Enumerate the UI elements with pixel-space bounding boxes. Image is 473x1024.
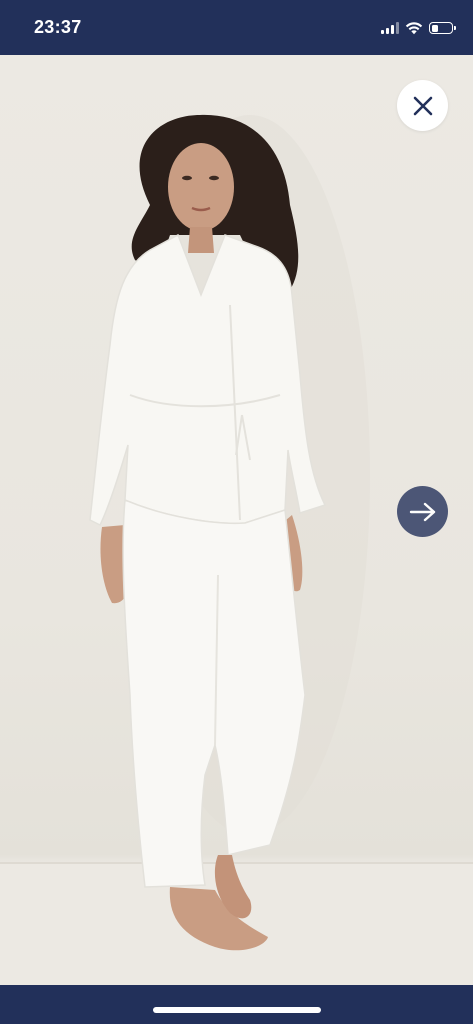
battery-level bbox=[431, 24, 438, 32]
status-bar: 23:37 bbox=[0, 0, 473, 55]
cellular-signal-icon bbox=[381, 22, 399, 34]
close-icon bbox=[413, 96, 432, 115]
home-bar bbox=[0, 985, 473, 1024]
status-time: 23:37 bbox=[34, 17, 82, 37]
arrow-right-icon bbox=[409, 502, 435, 521]
home-indicator[interactable] bbox=[153, 1007, 321, 1013]
wifi-icon bbox=[405, 22, 423, 35]
battery-icon bbox=[429, 22, 456, 34]
close-button[interactable] bbox=[397, 80, 448, 131]
next-image-button[interactable] bbox=[397, 486, 448, 537]
screen: 23:37 bbox=[0, 0, 473, 1024]
status-icons bbox=[381, 19, 456, 37]
